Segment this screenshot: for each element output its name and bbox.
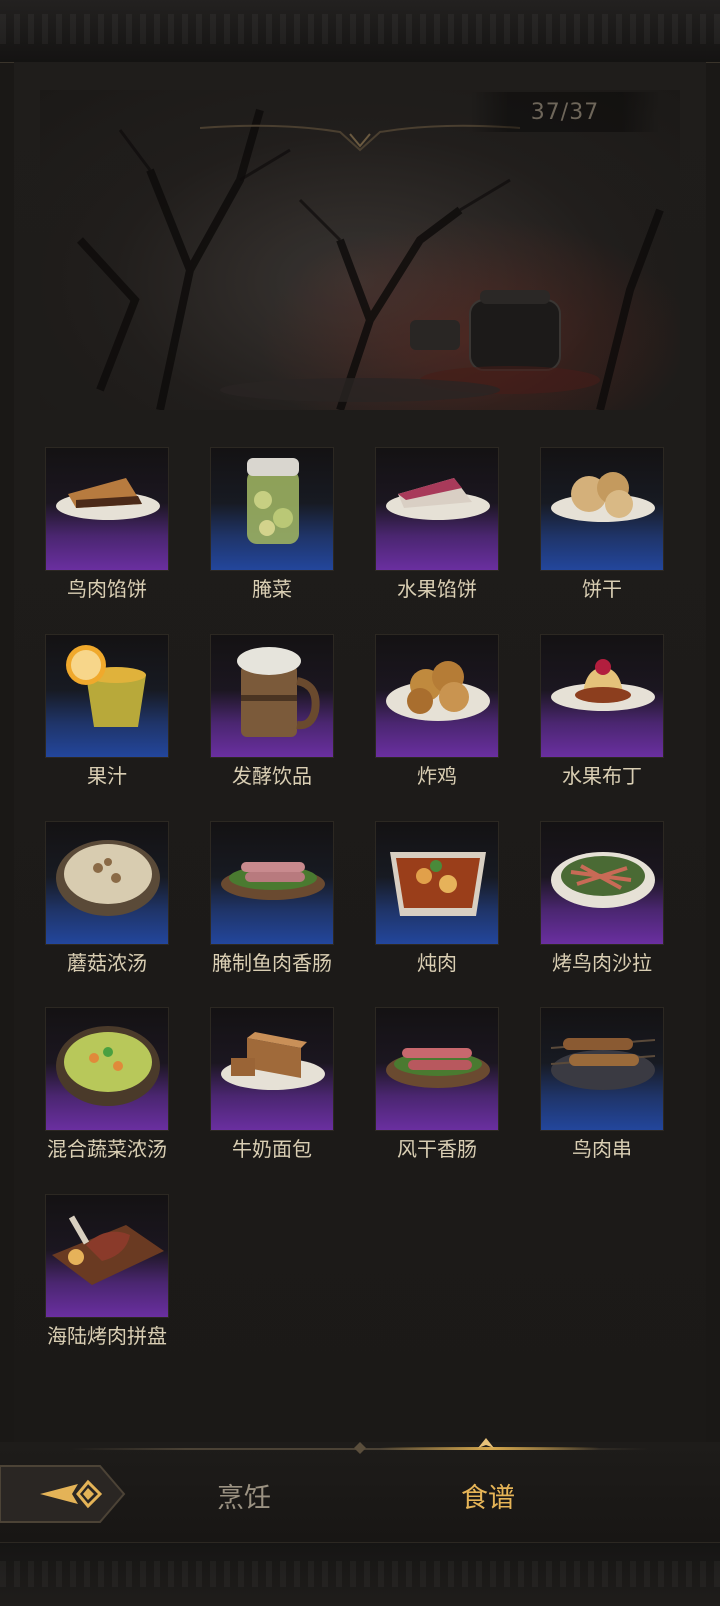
back-arrow-icon — [0, 1465, 126, 1523]
recipe-name: 饼干 — [582, 577, 622, 601]
recipe-name: 烤鸟肉沙拉 — [552, 951, 652, 975]
recipe-name: 海陆烤肉拼盘 — [47, 1324, 167, 1348]
recipe-card[interactable] — [45, 1194, 169, 1318]
dried-sausage-icon — [386, 1048, 490, 1088]
pudding-icon — [551, 659, 655, 711]
back-button[interactable] — [0, 1462, 128, 1526]
recipe-name: 牛奶面包 — [232, 1137, 312, 1161]
recipe-name: 水果布丁 — [562, 764, 642, 788]
recipe-card[interactable] — [375, 821, 499, 945]
fruit-pie-icon — [386, 478, 490, 520]
divider-diamond-icon — [354, 1442, 366, 1454]
recipe-card[interactable] — [375, 1007, 499, 1131]
bottom-frame — [0, 1542, 720, 1606]
recipe-name: 发酵饮品 — [232, 764, 312, 788]
tab-recipe[interactable]: 食谱 — [408, 1470, 568, 1520]
recipe-name: 风干香肠 — [397, 1137, 477, 1161]
biscuit-icon — [551, 472, 655, 522]
top-frame — [0, 0, 720, 63]
recipe-name: 混合蔬菜浓汤 — [47, 1137, 167, 1161]
recipe-card[interactable] — [375, 634, 499, 758]
recipe-card[interactable] — [540, 1007, 664, 1131]
tab-marker-icon — [478, 1438, 494, 1448]
recipe-name: 炸鸡 — [417, 764, 457, 788]
recipe-name: 果汁 — [87, 764, 127, 788]
recipe-name: 水果馅饼 — [397, 577, 477, 601]
beer-mug-icon — [237, 647, 320, 737]
recipe-name: 炖肉 — [417, 951, 457, 975]
tab-cook[interactable]: 烹饪 — [164, 1470, 324, 1520]
veggie-soup-icon — [56, 1026, 160, 1106]
recipe-card[interactable] — [210, 447, 334, 571]
fish-sausage-icon — [221, 862, 325, 900]
recipe-card[interactable] — [45, 1007, 169, 1131]
recipe-name: 鸟肉馅饼 — [67, 577, 147, 601]
recipe-card[interactable] — [45, 447, 169, 571]
stew-icon — [390, 852, 486, 916]
recipe-card[interactable] — [45, 634, 169, 758]
recipe-card[interactable] — [210, 634, 334, 758]
recipe-counter: 37/37 — [470, 92, 660, 132]
recipe-card[interactable] — [45, 821, 169, 945]
recipe-name: 腌菜 — [252, 577, 292, 601]
recipe-name: 蘑菇浓汤 — [67, 951, 147, 975]
salad-icon — [551, 852, 655, 908]
recipe-card[interactable] — [540, 821, 664, 945]
recipe-card[interactable] — [210, 821, 334, 945]
recipe-card[interactable] — [375, 447, 499, 571]
milk-bread-icon — [221, 1032, 325, 1090]
mushroom-soup-icon — [56, 840, 160, 916]
recipe-card[interactable] — [540, 447, 664, 571]
fried-chicken-icon — [386, 661, 490, 721]
pickle-jar-icon — [247, 458, 299, 544]
recipe-card[interactable] — [210, 1007, 334, 1131]
grill-platter-icon — [52, 1215, 164, 1285]
recipe-card[interactable] — [540, 634, 664, 758]
recipe-name: 鸟肉串 — [572, 1137, 632, 1161]
juice-icon — [66, 645, 146, 727]
recipe-name: 腌制鱼肉香肠 — [212, 951, 332, 975]
meat-pie-icon — [56, 478, 160, 520]
skewer-icon — [550, 1038, 656, 1090]
